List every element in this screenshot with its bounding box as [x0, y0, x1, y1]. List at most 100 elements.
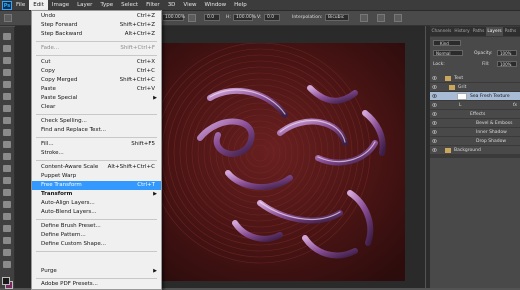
- eye-icon[interactable]: [432, 130, 437, 134]
- menu-item-free-transform[interactable]: Free Transform Ctrl+T: [32, 181, 161, 190]
- menu-type[interactable]: Type: [96, 0, 117, 10]
- eye-icon[interactable]: [432, 103, 437, 107]
- eye-icon[interactable]: [432, 121, 437, 125]
- layer-row-bevel-emboss[interactable]: Bevel & Emboss: [430, 119, 520, 128]
- menu-item-copy-merged[interactable]: Copy Merged Shift+Ctrl+C: [32, 76, 161, 85]
- eye-icon[interactable]: [432, 148, 437, 152]
- shape-tool-icon[interactable]: [3, 237, 11, 244]
- clone-stamp-tool-icon[interactable]: [3, 129, 11, 136]
- lasso-tool-icon[interactable]: [3, 57, 11, 64]
- eye-icon[interactable]: [432, 76, 437, 80]
- crop-tool-icon[interactable]: [3, 81, 11, 88]
- layer-thumbnail: [457, 93, 467, 100]
- layer-row-inner-shadow[interactable]: Inner Shadow: [430, 128, 520, 137]
- dodge-tool-icon[interactable]: [3, 189, 11, 196]
- menu-item-cut[interactable]: Cut Ctrl+X: [32, 58, 161, 67]
- panel-tab-bar: Channels History Paths Layers Paths: [430, 27, 520, 36]
- eye-icon[interactable]: [432, 94, 437, 98]
- layer-row-drop-shadow[interactable]: Drop Shadow: [430, 137, 520, 146]
- quick-select-tool-icon[interactable]: [3, 69, 11, 76]
- menu-item-define-custom-shape[interactable]: Define Custom Shape...: [32, 240, 161, 249]
- cancel-transform-icon[interactable]: [377, 14, 385, 22]
- menu-file[interactable]: File: [12, 0, 29, 10]
- menu-filter[interactable]: Filter: [142, 0, 164, 10]
- menu-item-fade[interactable]: Fade... Shift+Ctrl+F: [32, 44, 161, 53]
- layer-row-effects[interactable]: Effects: [430, 110, 520, 119]
- menu-select[interactable]: Select: [117, 0, 142, 10]
- move-tool-icon[interactable]: [3, 33, 11, 40]
- menu-item-puppet-warp[interactable]: Puppet Warp: [32, 172, 161, 181]
- menu-item-auto-align-layers[interactable]: Auto-Align Layers...: [32, 199, 161, 208]
- menu-item-transform[interactable]: Transform ▶: [32, 190, 161, 199]
- menu-item-step-forward[interactable]: Step Forward Shift+Ctrl+Z: [32, 21, 161, 30]
- gradient-tool-icon[interactable]: [3, 165, 11, 172]
- tab-paths[interactable]: Paths: [471, 27, 486, 36]
- tab-channels[interactable]: Channels: [430, 27, 453, 36]
- eye-icon[interactable]: [432, 85, 437, 89]
- pen-tool-icon[interactable]: [3, 201, 11, 208]
- path-selection-tool-icon[interactable]: [3, 225, 11, 232]
- menu-item-content-aware-scale[interactable]: Content-Aware Scale Alt+Shift+Ctrl+C: [32, 163, 161, 172]
- menu-item-find-replace[interactable]: Find and Replace Text...: [32, 126, 161, 135]
- menu-help[interactable]: Help: [230, 0, 251, 10]
- tab-paths-2[interactable]: Paths: [503, 27, 518, 36]
- interpolation-select[interactable]: Bicubic: [325, 14, 349, 21]
- document-canvas[interactable]: [140, 43, 405, 281]
- menu-separator: [36, 160, 157, 161]
- fx-icon: fx: [512, 103, 517, 108]
- tab-history[interactable]: History: [453, 27, 471, 36]
- layer-row-l[interactable]: L fx: [430, 101, 520, 110]
- healing-brush-tool-icon[interactable]: [3, 105, 11, 112]
- menu-item-copy[interactable]: Copy Ctrl+C: [32, 67, 161, 76]
- zoom-tool-icon[interactable]: [3, 261, 11, 268]
- fill-label: Fill:: [482, 62, 490, 67]
- layer-row-text[interactable]: Text: [430, 74, 520, 83]
- photoshop-logo: Ps: [2, 0, 12, 10]
- menu-item-purge[interactable]: Purge ▶: [32, 267, 161, 276]
- v-field[interactable]: 0.0: [264, 14, 280, 21]
- menu-edit[interactable]: Edit: [29, 0, 48, 10]
- menu-image[interactable]: Image: [48, 0, 73, 10]
- layer-row-grit[interactable]: Grit: [430, 83, 520, 92]
- tab-layers[interactable]: Layers: [485, 27, 504, 36]
- marquee-tool-icon[interactable]: [3, 45, 11, 52]
- link-icon[interactable]: [188, 14, 196, 22]
- menu-item-undo[interactable]: Undo Ctrl+Z: [32, 12, 161, 21]
- eyedropper-tool-icon[interactable]: [3, 93, 11, 100]
- history-brush-tool-icon[interactable]: [3, 141, 11, 148]
- menu-item-check-spelling[interactable]: Check Spelling...: [32, 117, 161, 126]
- menu-window[interactable]: Window: [200, 0, 230, 10]
- brush-tool-icon[interactable]: [3, 117, 11, 124]
- eye-icon[interactable]: [432, 112, 437, 116]
- menu-item-define-brush-preset[interactable]: Define Brush Preset...: [32, 222, 161, 231]
- menu-item-auto-blend-layers[interactable]: Auto-Blend Layers...: [32, 208, 161, 217]
- menu-item-paste[interactable]: Paste Ctrl+V: [32, 85, 161, 94]
- menu-layer[interactable]: Layer: [73, 0, 96, 10]
- menu-view[interactable]: View: [179, 0, 200, 10]
- foreground-color-swatch[interactable]: [2, 277, 10, 285]
- menu-item-clear[interactable]: Clear: [32, 103, 161, 112]
- layer-row-background[interactable]: Background: [430, 146, 520, 155]
- opacity-field[interactable]: 100%: [497, 50, 517, 56]
- eye-icon[interactable]: [432, 139, 437, 143]
- type-tool-icon[interactable]: [3, 213, 11, 220]
- menu-separator: [36, 114, 157, 115]
- menu-item-fill[interactable]: Fill... Shift+F5: [32, 140, 161, 149]
- menu-item-stroke[interactable]: Stroke...: [32, 149, 161, 158]
- fill-field[interactable]: 100%: [497, 61, 517, 67]
- menu-item-define-pattern[interactable]: Define Pattern...: [32, 231, 161, 240]
- menu-3d[interactable]: 3D: [164, 0, 180, 10]
- h-field[interactable]: 100.00%: [233, 14, 256, 21]
- angle-field[interactable]: 0.0: [204, 14, 220, 21]
- zoom-field[interactable]: 100.00%: [162, 14, 185, 21]
- blend-mode-select[interactable]: Normal: [433, 50, 463, 56]
- hand-tool-icon[interactable]: [3, 249, 11, 256]
- warp-mode-icon[interactable]: [360, 14, 368, 22]
- kind-filter-select[interactable]: Kind: [433, 40, 461, 46]
- eraser-tool-icon[interactable]: [3, 153, 11, 160]
- layer-row-sea-fresh-texture[interactable]: Sea Fresh Texture: [430, 92, 520, 101]
- commit-transform-icon[interactable]: [394, 14, 402, 22]
- menu-item-step-backward[interactable]: Step Backward Alt+Ctrl+Z: [32, 30, 161, 39]
- blur-tool-icon[interactable]: [3, 177, 11, 184]
- menu-item-paste-special[interactable]: Paste Special ▶: [32, 94, 161, 103]
